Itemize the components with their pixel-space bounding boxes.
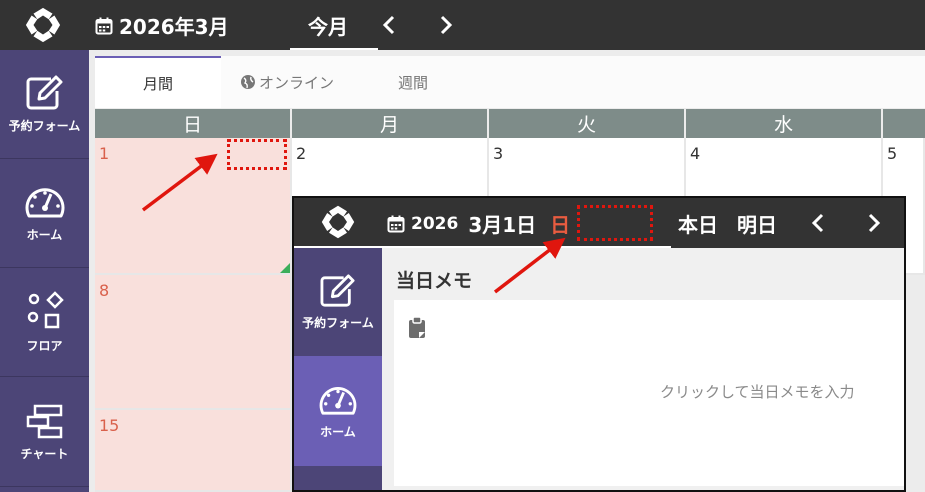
weekday-header: 月 <box>292 109 487 138</box>
app-logo-icon[interactable] <box>24 6 62 44</box>
chevron-right-icon <box>440 15 453 35</box>
next-day-button[interactable] <box>859 206 889 240</box>
today-button[interactable]: 本日 <box>678 209 718 238</box>
sidebar-item-floor[interactable]: フロア <box>0 268 89 377</box>
day-title-year: 2026 <box>411 213 459 234</box>
sidebar: 予約フォーム ホーム フロア チャート <box>0 50 89 492</box>
chevron-left-icon <box>382 15 395 35</box>
weekday-header: 水 <box>686 109 881 138</box>
sidebar-item-reservation-form[interactable]: 予約フォーム <box>0 50 89 159</box>
memo-title: 当日メモ <box>396 270 473 292</box>
weekday-header <box>883 109 925 138</box>
annotation-highlight-box <box>577 205 653 241</box>
day-number: 8 <box>99 281 110 300</box>
sidebar-item-home[interactable]: ホーム <box>0 159 89 268</box>
day-title-date: 3月1日 <box>468 213 537 237</box>
sidebar-item-reservation-form[interactable]: 予約フォーム <box>294 248 382 356</box>
tab-monthly[interactable]: 月間 <box>95 56 221 108</box>
day-sidebar: 予約フォーム ホーム <box>294 248 382 490</box>
top-bar: 2026年3月 今月 <box>0 0 925 50</box>
edit-form-icon <box>26 75 62 109</box>
tab-label: オンライン <box>258 73 334 92</box>
tab-label: 月間 <box>142 74 173 93</box>
day-title-weekday: 日 <box>550 213 571 237</box>
sidebar-item-label: ホーム <box>320 424 356 439</box>
day-number: 1 <box>99 144 110 163</box>
calendar-icon <box>387 215 405 232</box>
day-number: 4 <box>690 144 701 163</box>
app-logo-icon[interactable] <box>320 204 356 240</box>
calendar-cell[interactable]: 8 <box>95 275 292 410</box>
weekday-header: 日 <box>95 109 290 138</box>
prev-month-button[interactable] <box>374 8 404 42</box>
tab-online[interactable]: オンライン <box>221 56 353 108</box>
dashboard-gauge-icon <box>319 386 357 415</box>
gantt-chart-icon <box>26 404 62 438</box>
sidebar-item-label: ホーム <box>26 227 63 242</box>
tab-label: 週間 <box>397 73 428 92</box>
day-number: 3 <box>493 144 504 163</box>
globe-icon <box>240 75 255 89</box>
month-title-text: 2026年3月 <box>119 15 229 39</box>
sidebar-item-label: 予約フォーム <box>8 118 81 133</box>
calendar-icon <box>95 17 113 34</box>
day-number: 5 <box>887 144 898 163</box>
weekday-header: 火 <box>489 109 684 138</box>
dashboard-gauge-icon <box>25 187 64 217</box>
sidebar-item-home[interactable]: ホーム <box>294 356 382 466</box>
day-main: 当日メモ クリックして当日メモを入力 <box>382 248 904 490</box>
sidebar-item-label: 予約フォーム <box>302 315 374 330</box>
calendar-cell[interactable]: 15 <box>95 410 292 492</box>
sidebar-item-chart[interactable]: チャート <box>0 378 89 487</box>
view-tabs: 月間 オンライン 週間 <box>95 56 925 108</box>
this-month-button[interactable]: 今月 <box>308 11 348 40</box>
chevron-left-icon <box>811 213 824 233</box>
chevron-right-icon <box>868 213 881 233</box>
sidebar-item-label: フロア <box>26 338 63 353</box>
month-title[interactable]: 2026年3月 <box>95 11 229 40</box>
memo-input-area[interactable]: クリックして当日メモを入力 <box>394 300 904 486</box>
day-number: 15 <box>99 416 120 435</box>
corner-marker-icon <box>280 263 290 273</box>
sidebar-item-label: チャート <box>20 446 69 461</box>
memo-placeholder: クリックして当日メモを入力 <box>660 383 855 401</box>
tab-weekly[interactable]: 週間 <box>353 56 473 108</box>
day-number: 2 <box>296 144 307 163</box>
next-month-button[interactable] <box>431 8 461 42</box>
tomorrow-button[interactable]: 明日 <box>737 209 777 238</box>
prev-day-button[interactable] <box>803 206 833 240</box>
annotation-highlight-box <box>227 139 287 170</box>
floor-shapes-icon <box>27 290 64 328</box>
edit-form-icon <box>320 273 355 307</box>
day-title[interactable]: 2026 3月1日 日 <box>387 209 570 238</box>
clipboard-icon <box>409 316 425 338</box>
